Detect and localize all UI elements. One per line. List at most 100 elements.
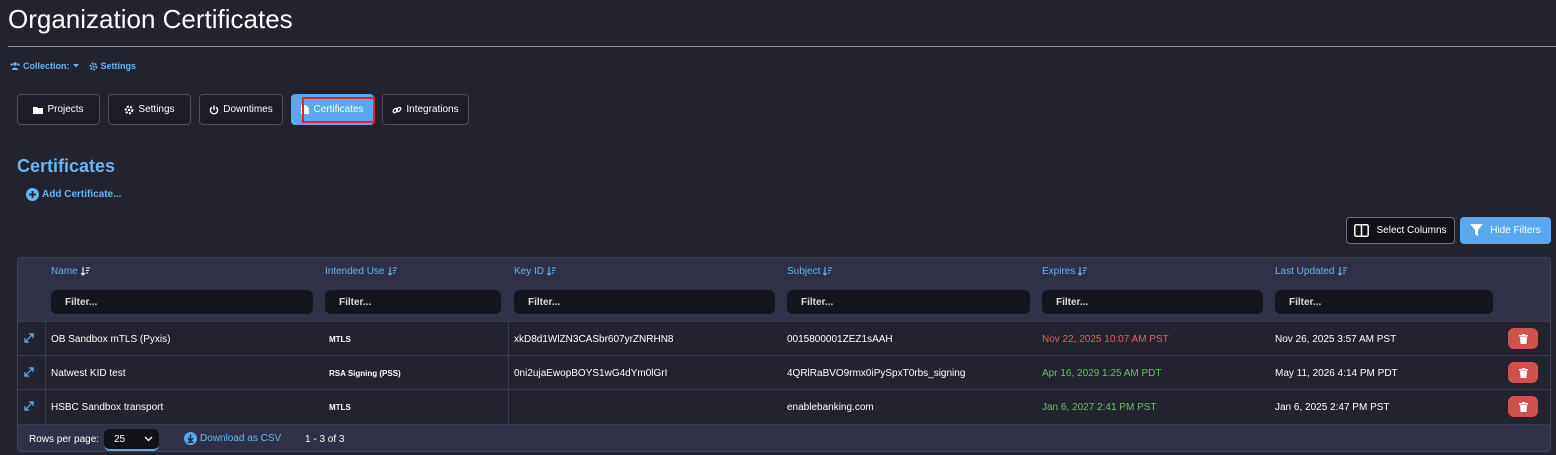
row-divider [508,390,509,424]
row-divider [45,322,46,356]
section-title: Certificates [17,156,116,176]
table-footer: Rows per page: 25 Download as CSV 1 - 3 … [18,424,1550,451]
chevron-down-icon [144,436,153,442]
power-icon [209,105,219,114]
cell-last-updated: May 11, 2026 4:14 PM PDT [1275,367,1398,379]
column-label: Name [51,266,78,277]
trash-icon [1518,367,1528,378]
table-row[interactable]: Natwest KID test RSA Signing (PSS) 0ni2u… [18,355,1550,390]
select-columns-label: Select Columns [1376,225,1447,236]
select-columns-button[interactable]: Select Columns [1346,217,1455,244]
table-row[interactable]: HSBC Sandbox transport MTLS enablebankin… [18,389,1550,424]
sort-icon [823,267,833,276]
cell-last-updated: Jan 6, 2025 2:47 PM PST [1275,401,1390,413]
highlight-box [302,97,375,123]
cell-expires: Nov 22, 2025 10:07 AM PST [1042,333,1169,345]
delete-button[interactable] [1508,396,1538,417]
tab-label: Integrations [406,104,459,115]
cell-last-updated: Nov 26, 2025 3:57 AM PST [1275,333,1397,345]
top-links: Collection: Settings [10,61,136,71]
filter-icon [1470,224,1484,236]
cell-intended-use: RSA Signing (PSS) [329,368,401,378]
settings-link-label: Settings [100,61,137,71]
column-header-key-id[interactable]: Key ID [514,266,557,277]
settings-link[interactable]: Settings [89,61,137,71]
expand-icon[interactable] [24,401,34,411]
column-header-subject[interactable]: Subject [787,266,833,277]
row-divider [508,356,509,390]
table-header: Name Intended Use Key ID Subject Expires… [18,258,1550,321]
column-header-name[interactable]: Name [51,266,90,277]
filter-subject-input[interactable] [787,290,1030,314]
column-header-last-updated[interactable]: Last Updated [1275,266,1347,277]
column-header-expires[interactable]: Expires [1042,266,1088,277]
delete-button[interactable] [1508,328,1538,349]
add-certificate-label: Add Certificate... [42,189,122,200]
column-label: Expires [1042,266,1076,277]
column-label: Last Updated [1275,266,1335,277]
filter-last-updated-input[interactable] [1275,290,1493,314]
download-csv-button[interactable]: Download as CSV [184,432,281,445]
cell-key-id: xkD8d1WlZN3CASbr607yrZNRHN8 [514,333,674,345]
cell-expires: Jan 6, 2027 2:41 PM PST [1042,401,1157,413]
cell-expires: Apr 16, 2029 1:25 AM PDT [1042,367,1162,379]
filter-expires-input[interactable] [1042,290,1263,314]
cell-key-id: 0ni2ujaEwopBOYS1wG4dYm0lGrI [514,367,668,379]
filter-name-input[interactable] [51,290,313,314]
sort-icon [547,267,557,276]
sort-icon [1337,267,1347,276]
nav-tabs: Projects Settings Downtimes Certificates… [17,94,469,125]
page-title: Organization Certificates [8,4,293,34]
trash-icon [1518,401,1528,412]
row-divider [508,322,509,356]
sort-icon [387,267,397,276]
column-header-intended-use[interactable]: Intended Use [325,266,397,277]
sort-desc-icon [80,267,90,276]
rows-per-page-select[interactable]: 25 [104,429,159,451]
sort-icon [1078,267,1088,276]
table-row[interactable]: OB Sandbox mTLS (Pyxis) MTLS xkD8d1WlZN3… [18,321,1550,356]
cell-intended-use: MTLS [329,334,351,344]
title-divider [8,46,1556,47]
cell-name: HSBC Sandbox transport [51,401,164,413]
download-icon [184,432,197,445]
tab-settings[interactable]: Settings [108,94,191,125]
delete-button[interactable] [1508,362,1538,383]
add-certificate-button[interactable]: Add Certificate... [26,188,121,201]
tab-certificates[interactable]: Certificates [291,94,375,125]
columns-icon [1354,224,1370,237]
collection-dropdown[interactable]: Collection: [10,61,79,71]
tab-label: Projects [47,104,84,115]
rows-per-page-value: 25 [114,433,126,445]
tab-projects[interactable]: Projects [17,94,100,125]
cell-subject: 4QRlRaBVO9rmx0iPySpxT0rbs_signing [787,367,966,379]
cell-subject: 0015800001ZEZ1sAAH [787,333,893,345]
pagination-range: 1 - 3 of 3 [305,434,345,445]
cell-name: OB Sandbox mTLS (Pyxis) [51,333,171,345]
expand-icon[interactable] [24,367,34,377]
tab-integrations[interactable]: Integrations [382,94,469,125]
column-label: Subject [787,266,821,277]
cell-intended-use: MTLS [329,402,351,412]
rows-per-page-label: Rows per page: [29,434,100,445]
row-divider [45,356,46,390]
tab-downtimes[interactable]: Downtimes [199,94,283,125]
folder-icon [33,106,44,114]
hide-filters-label: Hide Filters [1490,225,1541,236]
tab-label: Downtimes [223,104,273,115]
column-label: Key ID [514,266,545,277]
plus-circle-icon [26,188,39,201]
gear-icon [125,105,134,114]
expand-icon[interactable] [24,333,34,343]
hide-filters-button[interactable]: Hide Filters [1460,217,1551,244]
row-divider [45,390,46,424]
download-csv-label: Download as CSV [200,433,282,444]
cell-subject: enablebanking.com [787,401,874,413]
link-icon [392,106,402,113]
filter-key-id-input[interactable] [514,290,775,314]
caret-down-icon [72,64,79,68]
certificates-table: Name Intended Use Key ID Subject Expires… [17,257,1551,452]
column-label: Intended Use [325,266,385,277]
filter-intended-use-input[interactable] [325,290,501,314]
gear-icon [89,62,97,70]
